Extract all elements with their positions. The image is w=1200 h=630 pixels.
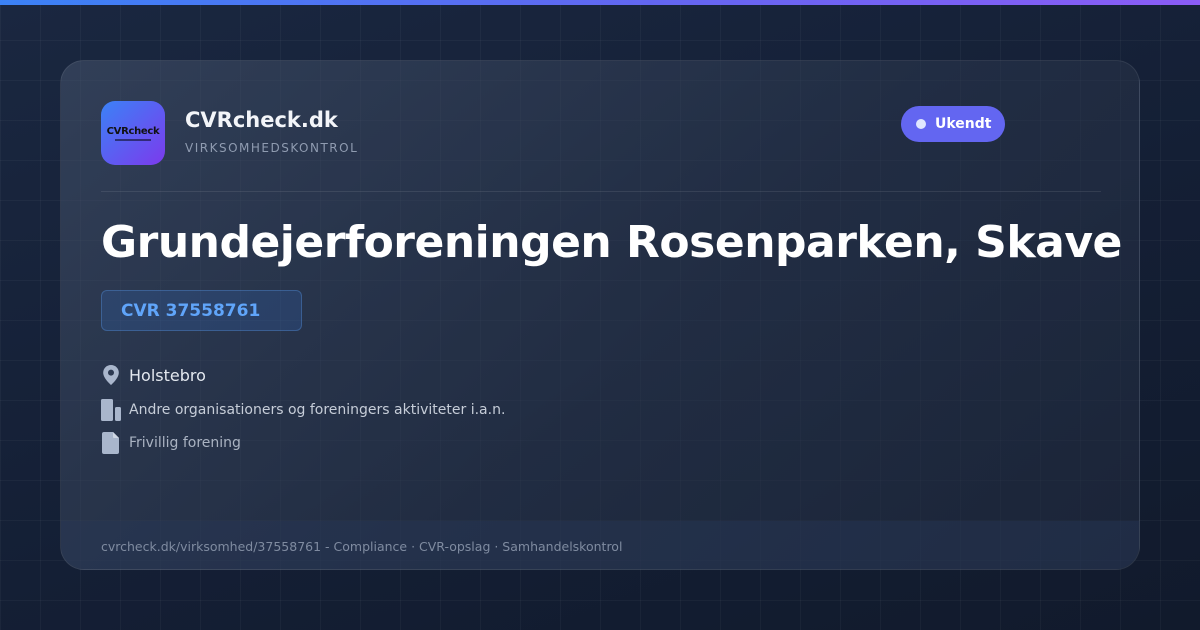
company-card: CVRcheck CVRcheck.dk VIRKSOMHEDSKONTROL … — [60, 60, 1140, 570]
brand-tagline: VIRKSOMHEDSKONTROL — [185, 141, 359, 155]
logo-underline — [115, 138, 151, 141]
header-divider — [101, 191, 1101, 192]
status-dot-icon — [916, 119, 926, 129]
status-badge: Ukendt — [901, 106, 1005, 142]
cvr-number: CVR 37558761 — [121, 300, 261, 321]
footer-bar: cvrcheck.dk/virksomhed/37558761 - Compli… — [61, 521, 1139, 569]
top-accent-bar — [0, 0, 1200, 5]
company-type-row: Frivillig forening — [101, 431, 241, 455]
logo-text: CVRcheck — [106, 125, 160, 137]
company-type-text: Frivillig forening — [129, 435, 241, 451]
cvr-badge: CVR 37558761 — [101, 290, 302, 331]
industry-text: Andre organisationers og foreningers akt… — [129, 402, 506, 418]
footer-text: cvrcheck.dk/virksomhed/37558761 - Compli… — [101, 538, 623, 554]
industry-row: Andre organisationers og foreningers akt… — [101, 398, 505, 422]
location-pin-icon — [101, 363, 121, 387]
document-icon — [101, 431, 121, 455]
brand-name: CVRcheck.dk — [185, 108, 338, 132]
location-row: Holstebro — [101, 363, 206, 387]
location-text: Holstebro — [129, 365, 206, 385]
brand-logo: CVRcheck — [101, 101, 165, 165]
company-name: Grundejerforeningen Rosenparken, Skave — [101, 217, 1122, 268]
status-label: Ukendt — [935, 116, 992, 132]
building-icon — [101, 398, 121, 422]
